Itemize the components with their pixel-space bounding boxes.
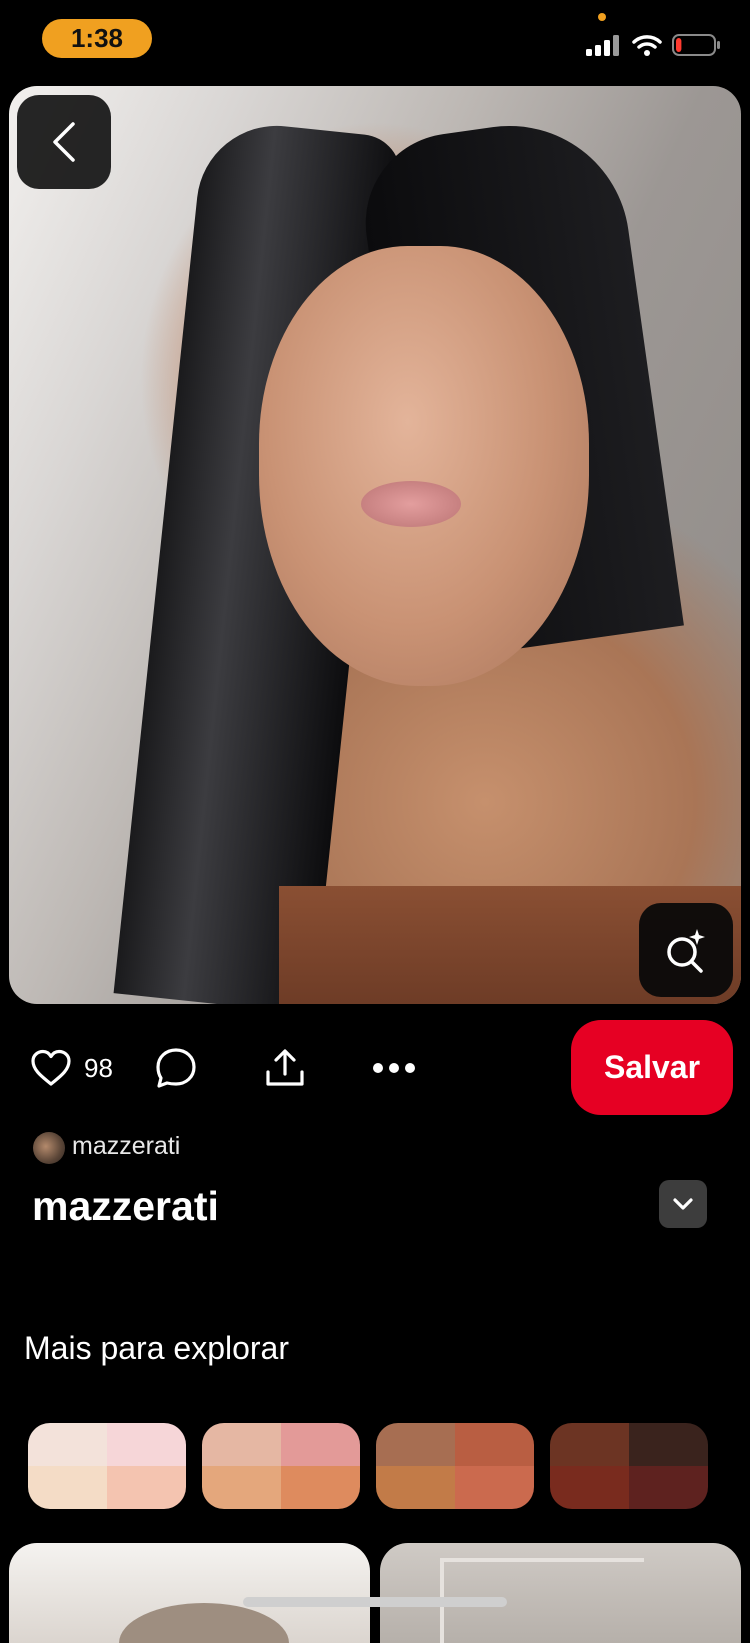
thumbnail-shape (119, 1603, 289, 1643)
related-pin-thumbnail[interactable] (380, 1543, 741, 1643)
chevron-left-icon (53, 122, 75, 162)
pin-action-bar: 98 (30, 1040, 416, 1096)
ellipsis-icon[interactable] (372, 1062, 416, 1074)
related-pin-thumbnail[interactable] (9, 1543, 370, 1643)
avatar[interactable] (33, 1132, 65, 1164)
palette-swatch (629, 1423, 708, 1466)
palette-swatch (107, 1466, 186, 1509)
heart-outline-icon[interactable] (30, 1049, 72, 1087)
palette-swatch (629, 1466, 708, 1509)
palette-swatch (550, 1423, 629, 1466)
save-button[interactable]: Salvar (571, 1020, 733, 1115)
color-palette-chip[interactable] (550, 1423, 708, 1509)
lens-sparkle-icon (667, 929, 705, 973)
palette-swatch (376, 1466, 455, 1509)
section-title-explore: Mais para explorar (24, 1330, 289, 1366)
author-name[interactable]: mazzerati (72, 1132, 180, 1161)
cellular-signal-icon (586, 35, 619, 56)
share-upload-icon[interactable] (264, 1048, 306, 1088)
palette-swatch (281, 1466, 360, 1509)
chevron-down-icon (673, 1198, 693, 1210)
color-palette-chip[interactable] (202, 1423, 360, 1509)
palette-swatch (455, 1423, 534, 1466)
palette-swatch (455, 1466, 534, 1509)
wifi-icon (632, 35, 662, 56)
palette-swatch (202, 1466, 281, 1509)
like-count: 98 (84, 1052, 113, 1083)
palette-swatch (28, 1466, 107, 1509)
palette-swatch (28, 1423, 107, 1466)
pin-title: mazzerati (32, 1183, 219, 1229)
back-button[interactable] (17, 95, 111, 189)
expand-details-button[interactable] (659, 1180, 707, 1228)
home-indicator[interactable] (243, 1597, 507, 1607)
lips-shape (361, 481, 461, 527)
color-palette-chip[interactable] (28, 1423, 186, 1509)
privacy-indicator-dot (598, 13, 606, 21)
battery-low-icon (672, 34, 720, 56)
palette-swatch (107, 1423, 186, 1466)
pin-image[interactable] (9, 86, 741, 1004)
status-time: 1:38 (42, 19, 152, 58)
color-palette-chip[interactable] (376, 1423, 534, 1509)
visual-search-button[interactable] (639, 903, 733, 997)
palette-swatch (281, 1423, 360, 1466)
palette-swatch (202, 1423, 281, 1466)
face-shape (259, 246, 589, 686)
palette-swatch (550, 1466, 629, 1509)
palette-swatch (376, 1423, 455, 1466)
comment-bubble-icon[interactable] (155, 1047, 197, 1089)
status-icons (586, 28, 722, 62)
